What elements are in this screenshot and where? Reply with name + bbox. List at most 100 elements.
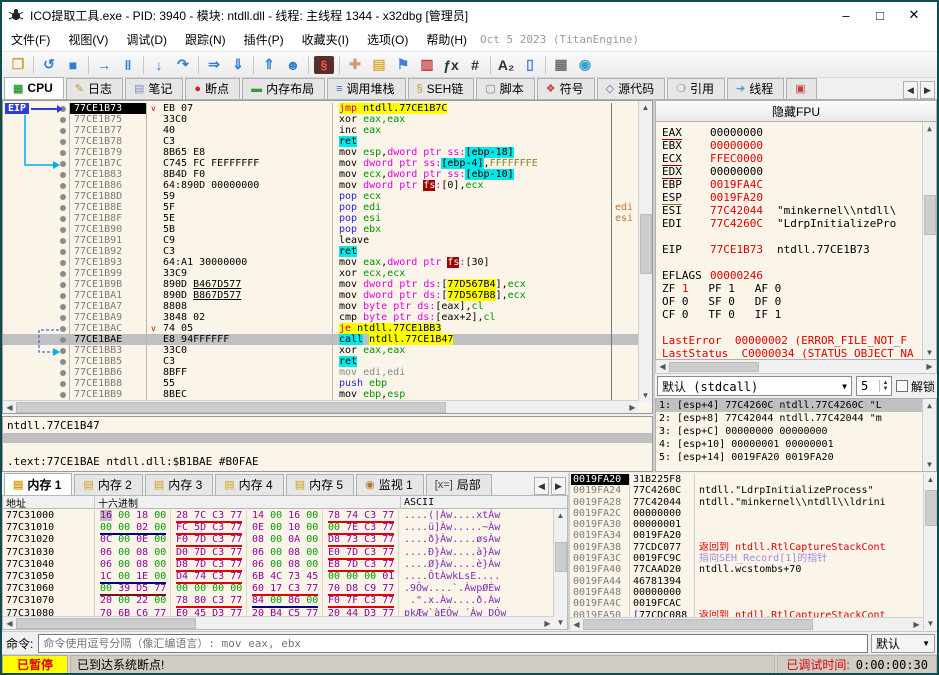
tab-scroll-left-icon[interactable]: ◀ — [903, 81, 918, 99]
menu-item-0[interactable]: 文件(F) — [2, 30, 59, 50]
dump-tab-scroll-left-icon[interactable]: ◀ — [534, 477, 549, 495]
stack-row[interactable]: 0019FA28 77C42044 ntdll."minkernel\\ntdll\… — [571, 496, 923, 508]
disasm-row[interactable]: 77CE1BB6 8BFF mov edi,edi — [3, 367, 639, 378]
arguments-pane[interactable]: 1: [esp+4] 77C4260C ntdll.77C4260C "L 2: … — [655, 398, 937, 472]
disasm-row[interactable]: 77CE1BA7 8808 mov byte ptr ds:[eax],cl — [3, 301, 639, 312]
disasm-row[interactable]: 77CE1B8F 5E pop esi esi — [3, 213, 639, 224]
stack-vscrollbar[interactable]: ▲ ▼ — [923, 473, 937, 630]
disasm-row[interactable]: 77CE1B83 8B4D F0 mov ecx,dword ptr ss:[ebp… — [3, 169, 639, 180]
stack-row[interactable]: 0019FA38 77CDC077 返回到 ntdll.RtlCaptureStac… — [571, 541, 923, 554]
registers-vscrollbar[interactable]: ▲ ▼ — [922, 122, 936, 359]
stack-row[interactable]: 0019FA44 46781394 — [571, 575, 923, 587]
stack-row[interactable]: 0019FA4C 0019FCAC — [571, 598, 923, 610]
disasm-row[interactable]: 77CE1B78 C3 ret — [3, 136, 639, 147]
argument-row[interactable]: 2: [esp+8] 77C42044 ntdll.77C42044 "m — [656, 412, 936, 425]
scroll-left-icon[interactable]: ◀ — [3, 617, 16, 630]
tab-breakpoints[interactable]: ● 断点 — [185, 78, 241, 99]
tab-cpu[interactable]: ▦ CPU — [4, 77, 64, 99]
comments-icon[interactable]: ▤ — [367, 54, 391, 76]
stack-row[interactable]: 0019FA20 31B225F8 — [571, 474, 923, 486]
bookmarks-icon[interactable]: ▥ — [415, 54, 439, 76]
maximize-button[interactable]: □ — [863, 4, 897, 26]
dump-row[interactable]: 77C31060 00 39 D5 77 00 00 00 00 60 17 C3 7… — [3, 583, 551, 597]
dump-row[interactable]: 77C31070 20 00 22 00 78 80 C3 77 84 00 86 0… — [3, 595, 551, 609]
args-vscrollbar[interactable]: ▲ ▼ — [922, 399, 936, 471]
hide-fpu-button[interactable]: 隐藏FPU — [655, 100, 937, 122]
dump-row[interactable]: 77C31000 16 00 18 00 28 7C C3 77 14 00 16 0… — [3, 510, 551, 523]
disasm-row[interactable]: 77CE1BA9 3848 02 cmp byte ptr ds:[eax+2],c… — [3, 312, 639, 323]
patches-icon[interactable]: ✚ — [343, 54, 367, 76]
tab-handles[interactable]: ▣ — [786, 78, 817, 99]
disasm-row[interactable]: 77CE1B90 5B pop ebx — [3, 224, 639, 235]
scroll-left-icon[interactable]: ◀ — [656, 360, 669, 373]
stack-row[interactable]: 0019FA48 00000000 — [571, 586, 923, 599]
disasm-row[interactable]: 77CE1BB3 33C0 xor eax,eax — [3, 345, 639, 356]
scroll-down-icon[interactable]: ▼ — [923, 346, 936, 359]
seh-breakpoint-icon[interactable]: § — [312, 54, 336, 76]
menu-item-1[interactable]: 视图(V) — [59, 30, 117, 50]
dump-row[interactable]: 77C31050 1C 00 1E 00 D4 74 C3 77 6B 4C 73 4… — [3, 570, 551, 584]
tab-dump-3[interactable]: ▤ 内存 3 — [144, 474, 214, 495]
disasm-row[interactable]: 77CE1B91 C9 leave — [3, 235, 639, 246]
tab-log[interactable]: ✎ 日志 — [65, 78, 123, 99]
stack-row[interactable]: 0019FA2C 00000000 — [571, 507, 923, 520]
scroll-right-icon[interactable]: ▶ — [626, 401, 639, 414]
command-mode-select[interactable]: 默认 ▼ — [871, 633, 935, 653]
calling-convention-select[interactable]: 默认 (stdcall) ▼ — [657, 376, 852, 396]
run-to-user-code-icon[interactable]: ☻ — [281, 54, 305, 76]
tab-dump-2[interactable]: ▤ 内存 2 — [74, 474, 143, 495]
strings-icon[interactable]: A₂ — [494, 54, 518, 76]
disasm-row[interactable]: 77CE1B77 40 inc eax — [3, 125, 639, 136]
stop-icon[interactable]: ■ — [61, 54, 85, 76]
scroll-right-icon[interactable]: ▶ — [923, 360, 936, 373]
menu-item-4[interactable]: 插件(P) — [235, 30, 293, 50]
internet-icon[interactable]: ◉ — [573, 54, 597, 76]
tab-threads[interactable]: ➔ 线程 — [727, 78, 785, 99]
tab-call-stack[interactable]: ≡ 调用堆栈 — [327, 78, 406, 99]
unlock-checkbox[interactable]: 解锁 — [895, 378, 935, 395]
disasm-vscrollbar[interactable]: ▲ ▼ — [638, 101, 652, 402]
tab-locals[interactable]: [x=] 局部 — [425, 474, 492, 495]
scroll-up-icon[interactable]: ▲ — [923, 122, 936, 135]
pause-icon[interactable]: ‖ — [116, 54, 140, 76]
tab-memory-map[interactable]: ▬ 内存布局 — [242, 78, 326, 99]
command-input[interactable] — [38, 633, 868, 653]
scroll-left-icon[interactable]: ◀ — [3, 401, 16, 414]
dump-body[interactable]: 77C31000 16 00 18 00 28 7C C3 77 14 00 16 0… — [2, 509, 568, 630]
run-icon[interactable]: → — [92, 54, 116, 76]
tab-references[interactable]: ❍ 引用 — [667, 78, 726, 99]
tab-script[interactable]: ▢ 脚本 — [476, 78, 535, 99]
labels-icon[interactable]: ⚑ — [391, 54, 415, 76]
argument-row[interactable]: 4: [esp+10] 00000001 00000001 — [656, 438, 936, 451]
tab-symbols[interactable]: ❖ 符号 — [536, 78, 595, 99]
close-button[interactable]: ✕ — [897, 4, 931, 26]
disasm-row[interactable]: 77CE1B73 v EB 07 jmp ntdll.77CE1B7C — [3, 103, 639, 114]
argument-row[interactable]: 3: [esp+C] 00000000 00000000 — [656, 425, 936, 438]
stack-row[interactable]: 0019FA34 0019FA20 — [571, 530, 923, 542]
tab-dump-4[interactable]: ▤ 内存 4 — [215, 474, 284, 495]
calculator-icon[interactable]: ▦ — [549, 54, 573, 76]
disasm-row[interactable]: 77CE1B79 8B65 E8 mov esp,dword ptr ss:[ebp… — [3, 147, 639, 158]
scroll-down-icon[interactable]: ▼ — [923, 458, 936, 471]
tab-dump-1[interactable]: ▤ 内存 1 — [4, 473, 73, 495]
disasm-row[interactable]: 77CE1BAC v 74 05 je ntdll.77CE1BB3 — [3, 323, 639, 334]
arg-depth-spinner[interactable]: 5 ▲ ▼ — [855, 376, 892, 396]
stack-hscrollbar[interactable]: ◀ ▶ — [570, 617, 923, 630]
dump-row[interactable]: 77C31010 00 00 02 00 FC 5D C3 77 0E 00 10 0… — [3, 522, 551, 536]
disasm-row[interactable]: 77CE1B9B 890D B467D577 mov dword ptr ds:[7… — [3, 279, 639, 290]
stack-pane[interactable]: 0019FA20 31B225F8 0019FA24 77C4260C ntdll."L… — [568, 473, 937, 630]
dump-row[interactable]: 77C31030 06 00 08 00 D0 7D C3 77 06 00 08 0… — [3, 546, 551, 560]
disasm-row[interactable]: 77CE1B93 64:A1 30000000 mov eax,dword ptr … — [3, 257, 639, 268]
tab-seh[interactable]: § SEH链 — [407, 78, 475, 99]
scroll-up-icon[interactable]: ▲ — [554, 509, 567, 522]
scroll-up-icon[interactable]: ▲ — [639, 101, 652, 114]
execute-till-return-icon[interactable]: ⇓ — [226, 54, 250, 76]
disasm-row[interactable]: 77CE1BB8 55 push ebp — [3, 378, 639, 389]
disassembly-pane[interactable]: 77CE1B73 v EB 07 jmp ntdll.77CE1B7C 77CE1B75… — [2, 100, 653, 414]
restart-icon[interactable]: ↺ — [37, 54, 61, 76]
disasm-row[interactable]: 77CE1B92 C3 ret — [3, 246, 639, 257]
disasm-row[interactable]: 77CE1B86 64:890D 00000000 mov dword ptr fs… — [3, 180, 639, 191]
tab-source[interactable]: ◇ 源代码 — [596, 78, 666, 99]
open-file-icon[interactable]: ❐ — [6, 54, 30, 76]
argument-row[interactable]: 1: [esp+4] 77C4260C ntdll.77C4260C "L — [656, 399, 936, 412]
